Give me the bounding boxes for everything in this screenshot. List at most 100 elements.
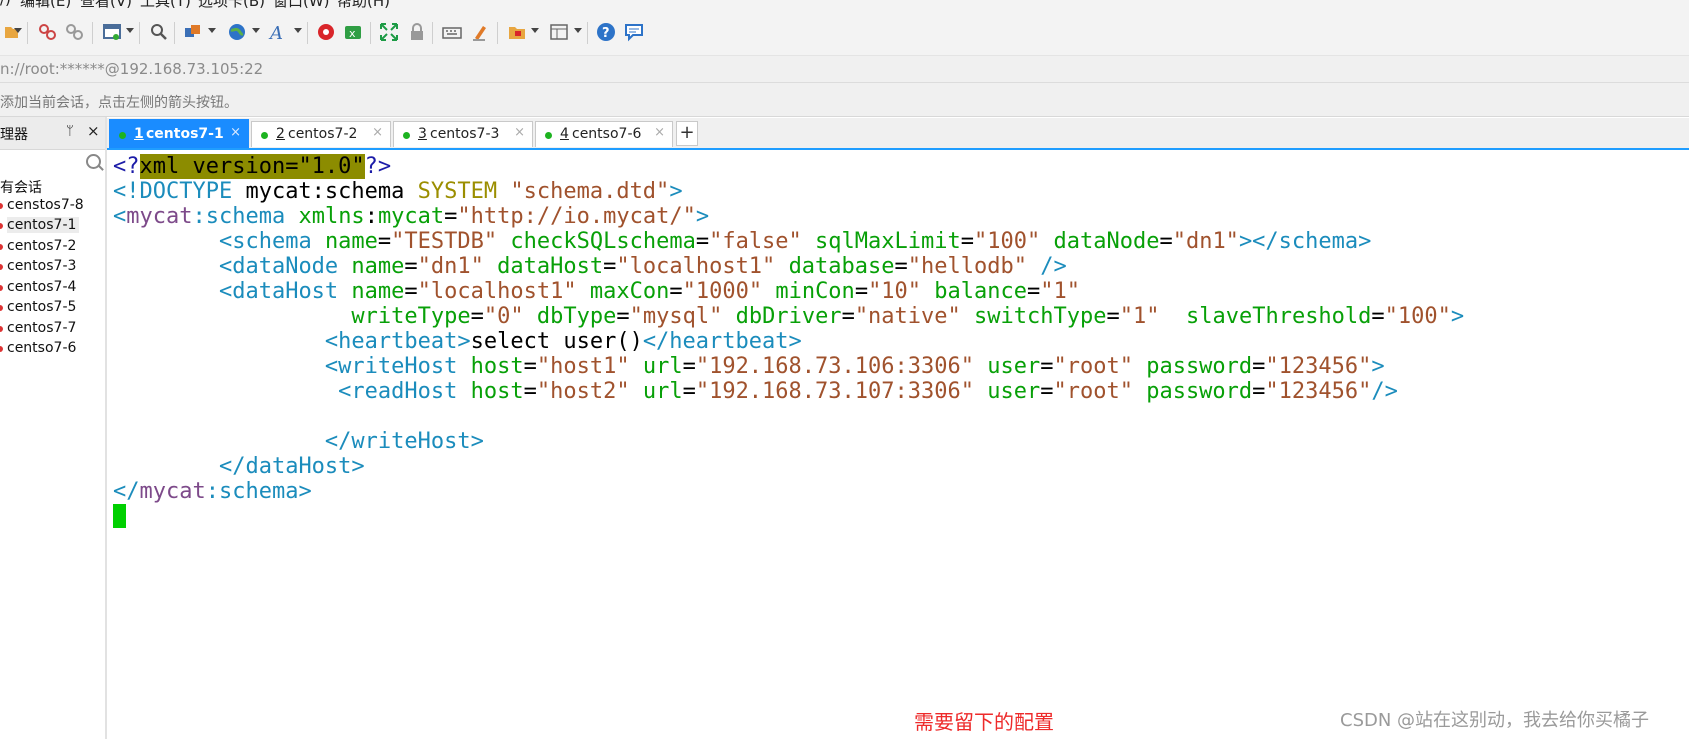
panel-header: 理器 ᛘ × (0, 117, 105, 150)
keyboard-icon[interactable] (441, 21, 463, 43)
session-label: centos7-5 (7, 299, 77, 315)
code-token: "dn1" (1172, 229, 1239, 254)
code-token: = (523, 379, 537, 404)
chevron-down-icon[interactable] (14, 28, 22, 33)
chevron-down-icon[interactable] (252, 28, 260, 33)
tab-number: 4 (560, 126, 569, 142)
code-token: mycat:schema (245, 179, 418, 204)
session-status-icon (0, 264, 3, 270)
code-token: dbDriver (735, 304, 842, 329)
tab-label: centso7-6 (572, 126, 642, 142)
tab-centos7-3[interactable]: 3 centos7-3 × (393, 121, 533, 147)
code-token: = (404, 254, 418, 279)
close-tab-icon[interactable]: × (514, 125, 525, 140)
toolbar-divider (92, 22, 93, 44)
session-label: centos7-2 (7, 238, 77, 254)
code-token: checkSQLschema (510, 229, 696, 254)
menu-item-tools[interactable]: 工具(T) (140, 0, 191, 10)
pin-icon[interactable]: ᛘ (66, 124, 74, 139)
layout-icon[interactable] (548, 21, 570, 43)
help-icon[interactable]: ? (595, 21, 617, 43)
tab-centso7-6[interactable]: 4 centso7-6 × (535, 121, 673, 147)
address-text: n://root:******@192.168.73.105:22 (0, 60, 264, 78)
terminal-line: <schema name="TESTDB" checkSQLschema="fa… (113, 229, 1464, 254)
tab-centos7-2[interactable]: 2 centos7-2 × (251, 121, 391, 147)
globe-icon[interactable] (226, 21, 248, 43)
toolbar-divider (139, 22, 140, 44)
search-icon[interactable] (86, 154, 101, 169)
code-token: xmlns (298, 204, 365, 229)
menu-item-window[interactable]: 窗口(W) (273, 0, 330, 10)
compose-icon[interactable] (182, 21, 204, 43)
code-token: /> (1040, 254, 1067, 279)
close-tab-icon[interactable]: × (654, 125, 665, 140)
code-token: < (113, 204, 127, 229)
terminal-cursor (113, 504, 126, 528)
terminal-line: <writeHost host="host1" url="192.168.73.… (113, 354, 1464, 379)
hint-text: 添加当前会话，点击左侧的箭头按钮。 (0, 95, 238, 111)
code-token: "localhost1" (616, 254, 776, 279)
code-token: xml version="1.0" (139, 154, 365, 179)
xftp-icon[interactable] (315, 21, 337, 43)
chevron-down-icon[interactable] (574, 28, 582, 33)
menu-item-file[interactable]: /) (0, 0, 11, 8)
xshell-icon[interactable]: x (342, 21, 364, 43)
session-label: centos7-1 (7, 217, 80, 233)
code-token: <!DOCTYPE (113, 179, 246, 204)
properties-icon[interactable] (36, 21, 58, 43)
tab-label: centos7-1 (146, 126, 224, 142)
close-tab-icon[interactable]: × (230, 125, 241, 140)
svg-text:x: x (349, 27, 356, 40)
terminal-line: </mycat:schema> (113, 479, 1464, 504)
code-token: database (788, 254, 895, 279)
tab-centos7-1[interactable]: 1 centos7-1 × (109, 119, 249, 148)
code-token: <? (113, 154, 140, 179)
menu-item-view[interactable]: 查看(V) (80, 0, 132, 10)
terminal-area[interactable]: <?xml version="1.0"?> <!DOCTYPE mycat:sch… (107, 150, 1689, 739)
address-bar[interactable]: n://root:******@192.168.73.105:22 (0, 56, 1689, 83)
chevron-down-icon[interactable] (126, 28, 134, 33)
find-icon[interactable] (148, 21, 170, 43)
code-token: "schema.dtd" (510, 179, 670, 204)
code-token: = (695, 229, 710, 254)
disconnect-icon[interactable] (63, 21, 85, 43)
folder-icon[interactable] (506, 21, 528, 43)
toolbar-divider (587, 22, 588, 44)
code-token: /> (1371, 379, 1398, 404)
close-icon[interactable]: × (87, 122, 100, 140)
code-token: = (1040, 379, 1054, 404)
tab-label: centos7-3 (430, 126, 500, 142)
lock-icon[interactable] (406, 21, 428, 43)
code-token: = (1252, 354, 1266, 379)
all-sessions-folder[interactable]: 有会话 (0, 177, 42, 197)
code-token: user (987, 379, 1041, 404)
menu-item-tabs[interactable]: 选项卡(B) (198, 0, 265, 10)
close-tab-icon[interactable]: × (372, 125, 383, 140)
session-status-icon (0, 223, 3, 229)
chevron-down-icon[interactable] (208, 28, 216, 33)
code-token: > (1450, 304, 1465, 329)
terminal-line: <dataHost name="localhost1" maxCon="1000… (113, 279, 1464, 304)
chat-icon[interactable] (623, 21, 645, 43)
new-window-icon[interactable] (101, 21, 123, 43)
chevron-down-icon[interactable] (531, 28, 539, 33)
font-icon[interactable]: A (267, 21, 289, 43)
highlight-icon[interactable] (470, 21, 492, 43)
code-token: "1" (1119, 304, 1160, 329)
menu-item-help[interactable]: 帮助(H) (337, 0, 390, 10)
menu-item-edit[interactable]: 编辑(E) (20, 0, 71, 10)
code-token: : (364, 204, 378, 229)
chevron-down-icon[interactable] (294, 28, 302, 33)
session-search[interactable] (0, 152, 105, 174)
add-tab-button[interactable]: + (676, 121, 698, 146)
code-token: <readHost (338, 379, 471, 404)
fullscreen-icon[interactable] (378, 21, 400, 43)
